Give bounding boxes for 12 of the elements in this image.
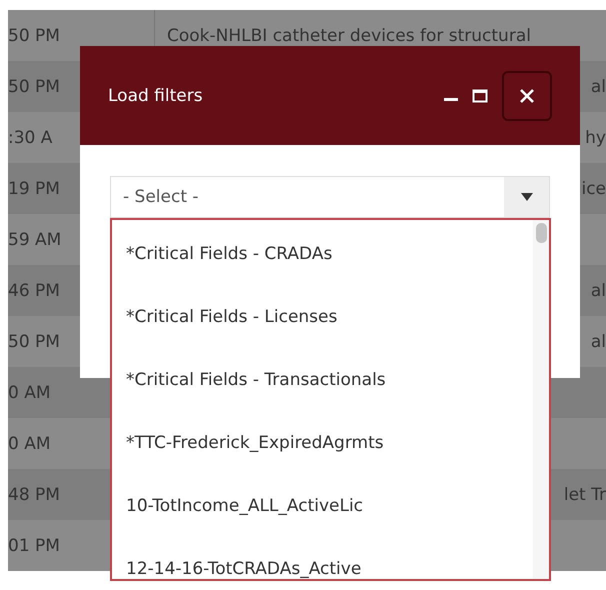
table-cell: al: [590, 280, 606, 300]
table-cell: let Tr: [564, 484, 606, 504]
close-button[interactable]: [502, 70, 552, 120]
maximize-icon: [472, 88, 488, 104]
table-cell: Cook-NHLBI catheter devices for structural: [167, 26, 531, 46]
table-cell: al: [590, 76, 606, 96]
table-cell: al: [590, 332, 606, 352]
minimize-icon: [444, 98, 458, 101]
scrollbar-thumb[interactable]: [536, 223, 546, 243]
close-icon: [518, 86, 536, 104]
table-cell: hy: [585, 128, 606, 148]
table-cell: ice: [581, 178, 606, 198]
